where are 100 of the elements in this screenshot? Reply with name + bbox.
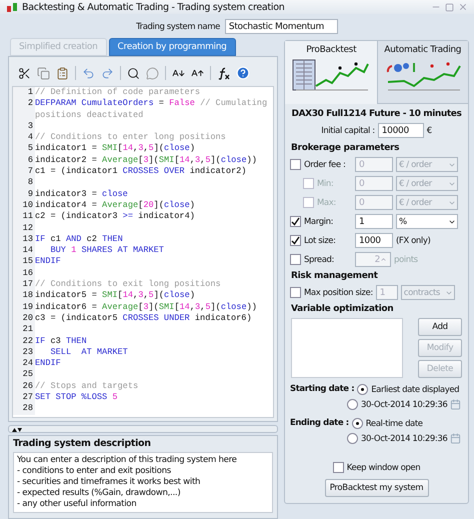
field-label: Max position size: (304, 288, 373, 298)
dropdown[interactable]: € / order (396, 195, 458, 210)
code-line: IF c1 AND c2 THEN (35, 234, 123, 246)
dropdown[interactable]: contracts (400, 285, 455, 300)
search-icon[interactable] (127, 66, 140, 80)
line-number: 8 (13, 177, 35, 189)
input-field[interactable]: 1 (355, 214, 393, 229)
line-number: 16 (13, 268, 35, 280)
code-line: // Conditions to enter long positions (35, 132, 226, 144)
unit-label: (FX only) (396, 236, 430, 246)
input-field[interactable]: 0 (355, 195, 393, 210)
code-line: // Definition of code parameters (35, 87, 200, 98)
field-label: Margin: (304, 216, 334, 226)
section-title: Risk management (290, 270, 379, 283)
copy-icon[interactable] (37, 66, 50, 80)
comment-icon[interactable] (146, 66, 159, 80)
app-logo-icon (6, 2, 18, 12)
calendar-icon[interactable] (450, 433, 462, 444)
field-label: Order fee : (304, 160, 346, 170)
tab[interactable]: Creation by programming (108, 38, 236, 56)
code-line: ENDIF (35, 358, 61, 370)
checkbox[interactable] (290, 216, 301, 227)
checkbox[interactable] (290, 254, 301, 265)
line-number: 1 (13, 87, 35, 98)
help-icon[interactable] (236, 66, 250, 80)
line-number: 28 (13, 403, 35, 415)
checkbox[interactable] (332, 462, 344, 473)
capital-field[interactable]: 10000 (378, 123, 424, 138)
mode-tab[interactable]: Automatic Trading (376, 41, 468, 104)
radio-button[interactable] (347, 433, 358, 444)
name-field[interactable]: Stochastic Momentum (224, 19, 338, 34)
field-label: Starting date : (290, 384, 354, 395)
unit-label: points (394, 254, 418, 264)
line-number: 15 (13, 256, 35, 268)
input-field[interactable]: 1000 (355, 233, 393, 248)
description-field[interactable]: You can enter a description of this trading system here - conditions to enter and exit positions - securities and timeframes it works best with - expected results (%Gain, drawdown,...) - any other useful information (13, 452, 273, 513)
code-line: IF c3 THEN (35, 336, 87, 347)
paste-icon[interactable] (56, 66, 69, 80)
checkbox-label: Keep window open (346, 462, 420, 472)
undo-icon[interactable] (82, 66, 95, 80)
maximize-icon[interactable] (445, 2, 454, 12)
section-title: Brokerage parameters (290, 142, 400, 155)
code-editor[interactable] (12, 86, 274, 418)
checkbox[interactable] (290, 287, 301, 298)
calendar-icon[interactable] (450, 399, 462, 410)
line-number: 19 (13, 302, 35, 313)
code-line: indicator2 = Average[3](SMI[14,3,5](close)) (35, 154, 257, 166)
input-field[interactable]: 0 (355, 157, 393, 172)
line-number: 7 (13, 166, 35, 178)
line-number: 2 (13, 98, 35, 110)
dropdown[interactable]: € / order (396, 157, 458, 172)
code-line: ENDIF (35, 256, 61, 268)
spinner-icon[interactable] (380, 256, 387, 263)
line-number: 6 (13, 154, 35, 166)
line-number: 9 (13, 188, 35, 200)
code-line: indicator3 = close (35, 188, 128, 200)
cut-icon[interactable] (18, 66, 31, 80)
checkbox[interactable] (303, 178, 314, 189)
action-button[interactable]: Add (418, 318, 462, 336)
checkbox[interactable] (290, 159, 301, 170)
function-icon[interactable] (217, 66, 230, 80)
code-line: positions deactivated (35, 110, 144, 121)
line-number: 22 (13, 336, 35, 347)
field-label: Trading system name (136, 22, 220, 32)
run-button[interactable]: ProBacktest my system (324, 479, 428, 497)
line-number: 4 (13, 132, 35, 144)
input-field[interactable]: 0 (355, 176, 393, 191)
instrument-title: DAX30 Full1214 Future - 10 minutes (290, 109, 462, 119)
field-label: Spread: (304, 254, 334, 264)
code-line: c3 = (indicator5 CROSSES UNDER indicator6) (35, 312, 252, 324)
close-icon[interactable] (458, 2, 468, 12)
spinner-field[interactable]: 2 (355, 252, 391, 267)
input-field[interactable]: 1 (376, 285, 398, 300)
line-number: 17 (13, 279, 35, 290)
code-line: indicator5 = SMI[14,3,5](close) (35, 290, 196, 302)
collapse-arrows-icon[interactable] (12, 426, 22, 432)
dropdown[interactable]: % (396, 214, 458, 229)
line-number: 5 (13, 143, 35, 155)
option-label: Real-time date (366, 418, 423, 428)
code-line: // Stops and targets (35, 380, 138, 392)
currency-label: € (426, 126, 432, 136)
line-number: 25 (13, 369, 35, 381)
line-number: 20 (13, 312, 35, 324)
checkbox[interactable] (290, 235, 301, 246)
field-label: Max: (317, 198, 336, 208)
field-label: Ending date : (290, 418, 349, 429)
redo-icon[interactable] (101, 66, 114, 80)
backtest-chart-icon (292, 58, 370, 92)
radio-button[interactable] (347, 399, 358, 410)
dropdown[interactable]: € / order (396, 176, 458, 191)
mode-tab[interactable]: ProBacktest (285, 41, 376, 104)
code-line: c1 = (indicator1 CROSSES OVER indicator2) (35, 166, 246, 178)
section-title: Variable optimization (290, 303, 394, 316)
radio-button[interactable] (357, 384, 368, 395)
code-line: c2 = (indicator3 >= indicator4) (35, 211, 195, 223)
line-number: 24 (13, 358, 35, 370)
radio-button[interactable] (352, 418, 363, 429)
line-number: 3 (13, 120, 35, 132)
tab[interactable]: Simplified creation (10, 38, 107, 56)
checkbox[interactable] (303, 197, 314, 208)
